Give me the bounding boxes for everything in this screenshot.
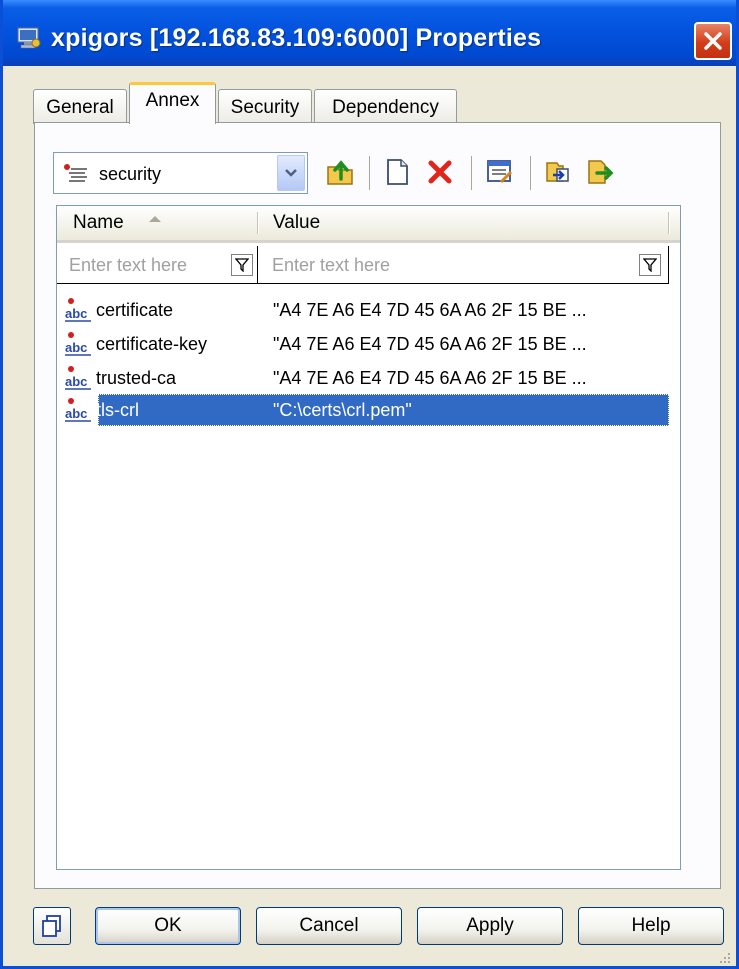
- tab-label: Dependency: [332, 97, 439, 118]
- property-name: certificate: [96, 300, 174, 320]
- edit-properties-icon: [487, 160, 513, 184]
- tab-label: Security: [230, 97, 300, 118]
- name-filter-placeholder: Enter text here: [69, 255, 188, 275]
- column-header-name[interactable]: Name: [57, 206, 257, 240]
- property-pages-icon: [42, 915, 61, 937]
- toolbar-separator: [471, 156, 472, 190]
- sort-ascending-icon: [149, 216, 161, 222]
- new-item-button[interactable]: [380, 154, 414, 190]
- export-button[interactable]: [583, 154, 617, 190]
- svg-text:abc: abc: [65, 406, 87, 421]
- property-name: certificate-key: [96, 334, 208, 354]
- tab-label: Annex: [145, 90, 200, 111]
- toolbar-separator: [530, 156, 531, 190]
- dialog-button-bar: OK Cancel Apply Help: [3, 889, 736, 969]
- apply-button[interactable]: Apply: [417, 907, 563, 945]
- tab-annex[interactable]: Annex: [129, 82, 216, 124]
- toolbar-separator: [369, 156, 370, 190]
- category-select[interactable]: security: [53, 152, 308, 194]
- edit-properties-button[interactable]: [483, 154, 517, 190]
- name-filter-button[interactable]: [231, 254, 253, 276]
- column-label: Value: [273, 212, 321, 233]
- string-property-icon: abc: [65, 332, 91, 356]
- list-header: Name Value: [57, 206, 680, 243]
- property-pages-button[interactable]: [33, 907, 71, 945]
- export-icon: [588, 160, 614, 184]
- properties-list[interactable]: Name Value Enter text here Enter text he…: [56, 205, 681, 870]
- tab-label: General: [46, 97, 114, 118]
- list-item[interactable]: abc certificate "A4 7E A6 E4 7D 45 6A A6…: [57, 294, 680, 328]
- name-filter-field[interactable]: Enter text here: [57, 246, 258, 284]
- window-title: xpigors [192.168.83.109:6000] Properties: [51, 24, 542, 52]
- cancel-button[interactable]: Cancel: [256, 907, 402, 945]
- import-icon: [546, 162, 569, 182]
- list-item-selected[interactable]: abc tls-crl "C:\certs\crl.pem": [57, 394, 680, 428]
- title-bar[interactable]: xpigors [192.168.83.109:6000] Properties: [3, 0, 736, 66]
- filter-icon: [643, 258, 657, 272]
- property-name: trusted-ca: [96, 368, 177, 388]
- list-item[interactable]: abc trusted-ca "A4 7E A6 E4 7D 45 6A A6 …: [57, 362, 680, 396]
- string-property-icon: abc: [65, 366, 91, 390]
- value-filter-field[interactable]: Enter text here: [258, 246, 669, 284]
- property-value: "C:\certs\crl.pem": [273, 400, 412, 420]
- list-item[interactable]: abc certificate-key "A4 7E A6 E4 7D 45 6…: [57, 328, 680, 362]
- properties-dialog: xpigors [192.168.83.109:6000] Properties…: [0, 0, 739, 969]
- svg-text:abc: abc: [65, 340, 87, 355]
- filter-icon: [235, 258, 249, 272]
- value-filter-button[interactable]: [639, 254, 661, 276]
- up-folder-icon: [327, 160, 353, 185]
- dropdown-button[interactable]: [277, 155, 305, 191]
- tab-general[interactable]: General: [33, 89, 127, 124]
- property-name: tls-crl: [96, 400, 139, 420]
- category-value: security: [99, 164, 162, 184]
- column-label: Name: [73, 212, 124, 233]
- app-icon: [17, 27, 41, 49]
- help-button[interactable]: Help: [578, 907, 724, 945]
- import-button[interactable]: [541, 154, 575, 190]
- string-property-icon: abc: [65, 398, 91, 422]
- property-value: "A4 7E A6 E4 7D 45 6A A6 2F 15 BE ...: [273, 368, 587, 388]
- tab-dependency[interactable]: Dependency: [314, 89, 457, 124]
- ok-button[interactable]: OK: [95, 907, 241, 945]
- column-divider[interactable]: [668, 212, 669, 234]
- resize-grip-icon[interactable]: [718, 951, 732, 965]
- value-filter-placeholder: Enter text here: [272, 255, 391, 275]
- svg-text:abc: abc: [65, 374, 87, 389]
- new-document-icon: [387, 159, 408, 185]
- up-folder-button[interactable]: [323, 154, 357, 190]
- string-property-icon: abc: [65, 298, 91, 322]
- property-value: "A4 7E A6 E4 7D 45 6A A6 2F 15 BE ...: [273, 300, 587, 320]
- close-button[interactable]: [694, 22, 732, 60]
- delete-button[interactable]: [423, 154, 457, 190]
- column-header-value[interactable]: Value: [258, 206, 668, 240]
- property-value: "A4 7E A6 E4 7D 45 6A A6 2F 15 BE ...: [273, 334, 587, 354]
- svg-text:abc: abc: [65, 306, 87, 321]
- close-icon: [704, 32, 722, 50]
- tab-security[interactable]: Security: [218, 89, 312, 124]
- chevron-down-icon: [285, 169, 297, 177]
- category-icon: [64, 164, 87, 182]
- delete-icon: [428, 160, 452, 184]
- filter-row: Enter text here Enter text here: [57, 246, 680, 286]
